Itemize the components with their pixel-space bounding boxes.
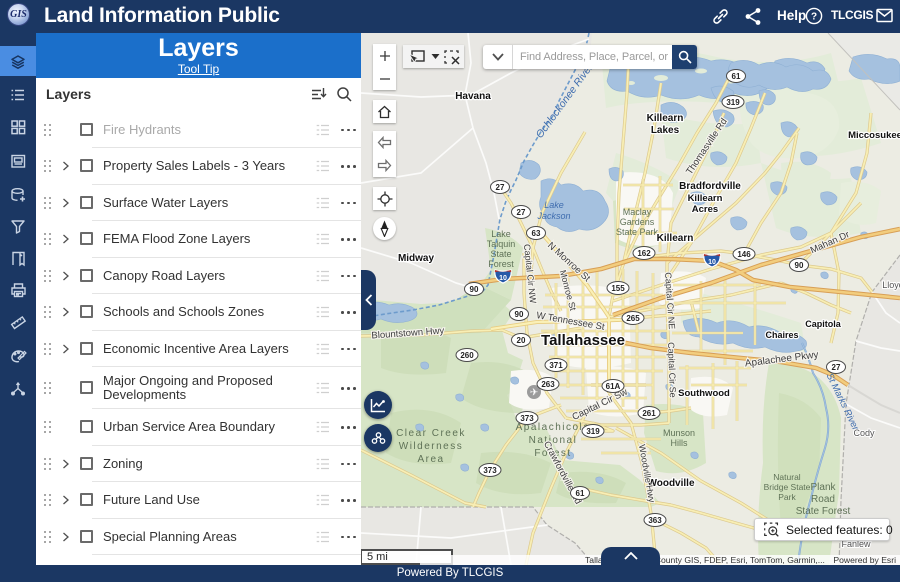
svg-text:Jackson: Jackson: [536, 211, 570, 221]
svg-text:373: 373: [520, 414, 534, 423]
svg-text:Plank: Plank: [810, 482, 836, 493]
svg-text:State Park: State Park: [616, 227, 659, 237]
svg-text:Talquin: Talquin: [487, 239, 516, 249]
svg-text:Area: Area: [417, 454, 444, 465]
svg-text:90: 90: [795, 261, 804, 270]
svg-text:?: ?: [811, 12, 817, 23]
svg-text:27: 27: [496, 183, 505, 192]
svg-text:27: 27: [517, 208, 526, 217]
svg-text:61A: 61A: [606, 382, 621, 391]
svg-text:State: State: [490, 249, 511, 259]
svg-text:260: 260: [460, 351, 474, 360]
svg-text:Killearn: Killearn: [657, 233, 694, 244]
svg-text:373: 373: [483, 466, 497, 475]
svg-text:Hills: Hills: [671, 438, 688, 448]
svg-text:363: 363: [648, 516, 662, 525]
svg-text:27: 27: [832, 363, 841, 372]
svg-text:Wilderness: Wilderness: [399, 441, 463, 452]
svg-text:162: 162: [637, 249, 651, 258]
svg-text:263: 263: [541, 380, 555, 389]
svg-text:155: 155: [611, 284, 625, 293]
svg-text:319: 319: [586, 427, 600, 436]
svg-text:Forest: Forest: [488, 259, 514, 269]
svg-text:10: 10: [499, 275, 507, 282]
svg-text:90: 90: [515, 310, 524, 319]
svg-text:Tallahassee: Tallahassee: [541, 332, 625, 349]
svg-text:Park: Park: [778, 492, 796, 502]
svg-text:63: 63: [532, 229, 541, 238]
svg-text:146: 146: [737, 250, 751, 259]
svg-text:10: 10: [708, 259, 716, 266]
svg-text:Cody: Cody: [853, 428, 875, 438]
svg-text:Lakes: Lakes: [651, 125, 680, 136]
svg-text:Chaires: Chaires: [765, 330, 798, 340]
svg-text:90: 90: [470, 285, 479, 294]
svg-text:61: 61: [732, 72, 741, 81]
svg-text:Gardens: Gardens: [620, 217, 655, 227]
svg-text:Killearn: Killearn: [647, 113, 684, 124]
svg-text:Southwood: Southwood: [678, 388, 730, 399]
svg-text:Munson: Munson: [663, 428, 695, 438]
svg-text:Capitola: Capitola: [805, 319, 841, 329]
svg-text:Maclay: Maclay: [623, 207, 652, 217]
svg-text:Bridge State: Bridge State: [764, 482, 811, 492]
svg-text:20: 20: [517, 336, 526, 345]
svg-text:Capital Cir Se: Capital Cir Se: [666, 342, 678, 398]
svg-text:✈: ✈: [530, 388, 538, 399]
svg-text:Lake: Lake: [491, 229, 511, 239]
svg-text:371: 371: [549, 361, 563, 370]
svg-text:Midway: Midway: [398, 253, 435, 264]
svg-text:Killearn: Killearn: [688, 193, 723, 204]
svg-text:265: 265: [626, 314, 640, 323]
svg-text:Havana: Havana: [455, 91, 491, 102]
svg-text:Lake: Lake: [544, 200, 564, 210]
svg-text:Miccosukee: Miccosukee: [848, 130, 900, 141]
svg-text:261: 261: [642, 409, 656, 418]
svg-text:61: 61: [576, 489, 585, 498]
svg-text:State Forest: State Forest: [796, 506, 851, 517]
svg-text:Lloyd: Lloyd: [882, 280, 900, 290]
svg-text:Road: Road: [811, 494, 835, 505]
svg-text:Bradfordville: Bradfordville: [679, 181, 741, 192]
svg-text:Clear Creek: Clear Creek: [396, 428, 466, 439]
svg-text:Acres: Acres: [692, 204, 718, 215]
svg-text:Natural: Natural: [773, 472, 801, 482]
svg-text:319: 319: [726, 98, 740, 107]
